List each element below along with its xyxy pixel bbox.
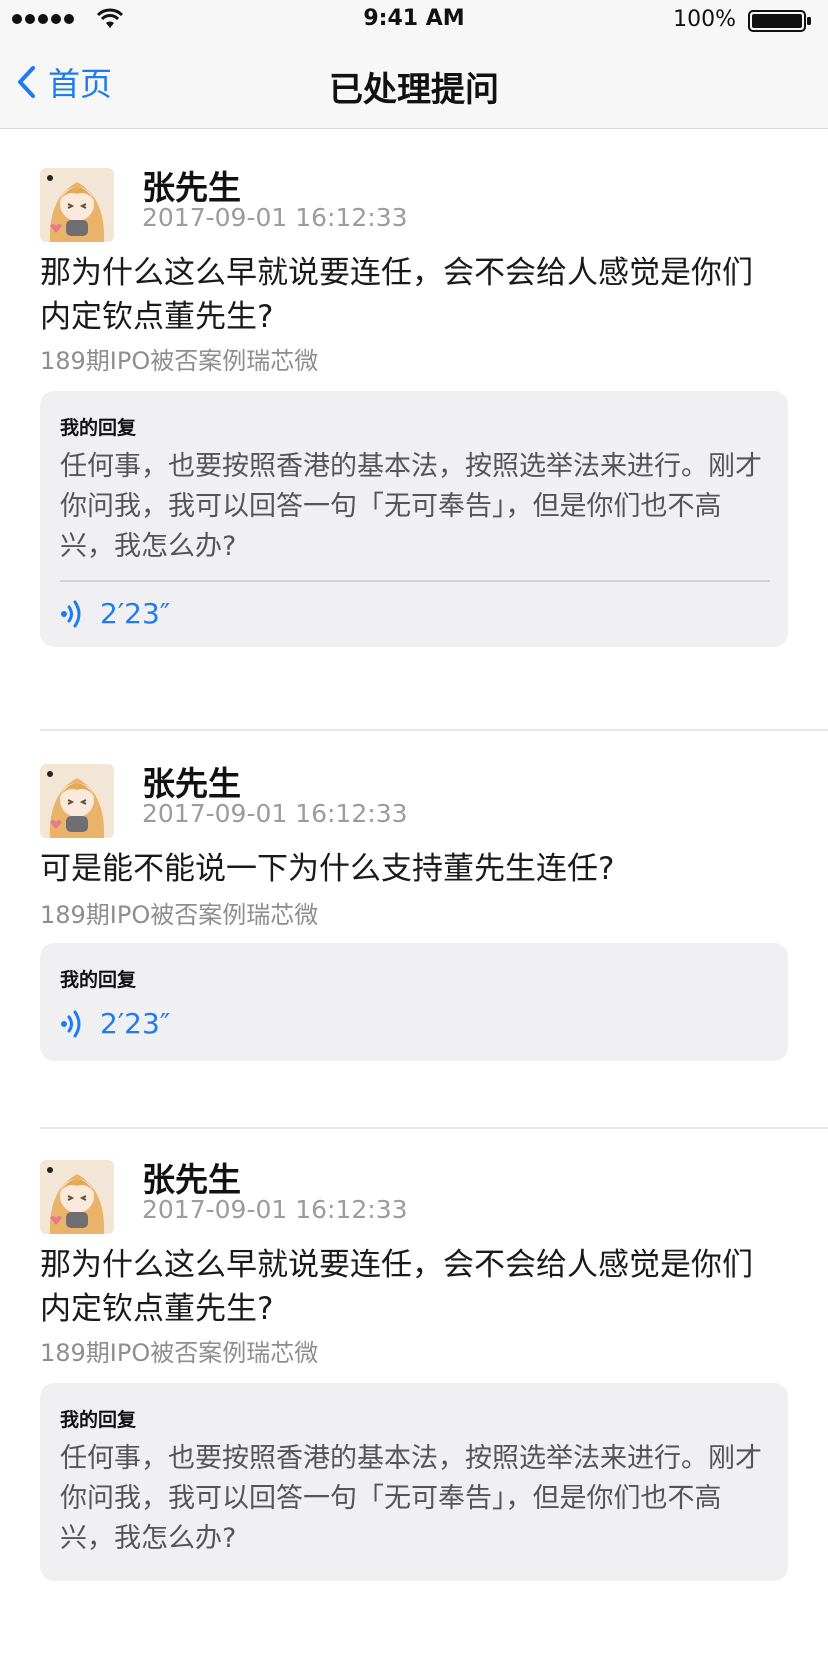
question-text: 那为什么这么早就说要连任，会不会给人感觉是你们内定钦点董先生? xyxy=(40,255,753,335)
avatar-image xyxy=(40,764,114,838)
navigation-bar: 首页 已处理提问 xyxy=(0,40,828,129)
sound-wave-icon xyxy=(61,600,81,627)
avatar xyxy=(40,1160,114,1234)
battery-percent: 100% xyxy=(673,7,736,32)
question-source: 189期IPO被否案例瑞芯微 xyxy=(40,901,319,929)
post-date: 2017-09-01 16:12:33 xyxy=(142,1195,408,1224)
post-date: 2017-09-01 16:12:33 xyxy=(142,203,408,232)
reply-divider xyxy=(60,580,770,582)
list-item[interactable]: 张先生 2017-09-01 16:12:33 可是能不能说一下为什么支持董先生… xyxy=(0,731,828,1129)
question-text: 可是能不能说一下为什么支持董先生连任? xyxy=(40,851,615,887)
sound-wave-icon xyxy=(61,1010,81,1037)
reply-label: 我的回复 xyxy=(60,969,137,991)
reply-label: 我的回复 xyxy=(60,1409,137,1431)
user-name: 张先生 xyxy=(142,764,241,803)
reply-text: 任何事，也要按照香港的基本法，按照选举法来进行。刚才你问我，我可以回答一句「无可… xyxy=(60,1443,762,1554)
reply-label: 我的回复 xyxy=(60,417,137,439)
page-title: 已处理提问 xyxy=(329,70,499,110)
avatar-image xyxy=(40,1160,114,1234)
reply-box: 我的回复 任何事，也要按照香港的基本法，按照选举法来进行。刚才你问我，我可以回答… xyxy=(40,391,788,647)
post-date: 2017-09-01 16:12:33 xyxy=(142,799,408,828)
reply-box: 我的回复 2′23″ xyxy=(40,943,788,1061)
reply-text: 任何事，也要按照香港的基本法，按照选举法来进行。刚才你问我，我可以回答一句「无可… xyxy=(60,451,762,562)
audio-duration: 2′23″ xyxy=(100,597,171,630)
audio-play-button[interactable]: 2′23″ xyxy=(60,1007,170,1040)
question-source: 189期IPO被否案例瑞芯微 xyxy=(40,1339,319,1367)
reply-box: 我的回复 任何事，也要按照香港的基本法，按照选举法来进行。刚才你问我，我可以回答… xyxy=(40,1383,788,1581)
question-text: 那为什么这么早就说要连任，会不会给人感觉是你们内定钦点董先生? xyxy=(40,1247,753,1327)
list-item[interactable]: 张先生 2017-09-01 16:12:33 那为什么这么早就说要连任，会不会… xyxy=(0,129,828,731)
avatar-image xyxy=(40,168,114,242)
avatar xyxy=(40,168,114,242)
audio-duration: 2′23″ xyxy=(100,1007,171,1040)
audio-play-button[interactable]: 2′23″ xyxy=(60,597,170,630)
status-bar: 9:41 AM 100% xyxy=(0,0,828,40)
user-name: 张先生 xyxy=(142,168,241,207)
battery-icon xyxy=(748,10,811,32)
avatar xyxy=(40,764,114,838)
list-item[interactable]: 张先生 2017-09-01 16:12:33 那为什么这么早就说要连任，会不会… xyxy=(0,1129,828,1669)
user-name: 张先生 xyxy=(142,1160,241,1199)
question-source: 189期IPO被否案例瑞芯微 xyxy=(40,347,319,375)
